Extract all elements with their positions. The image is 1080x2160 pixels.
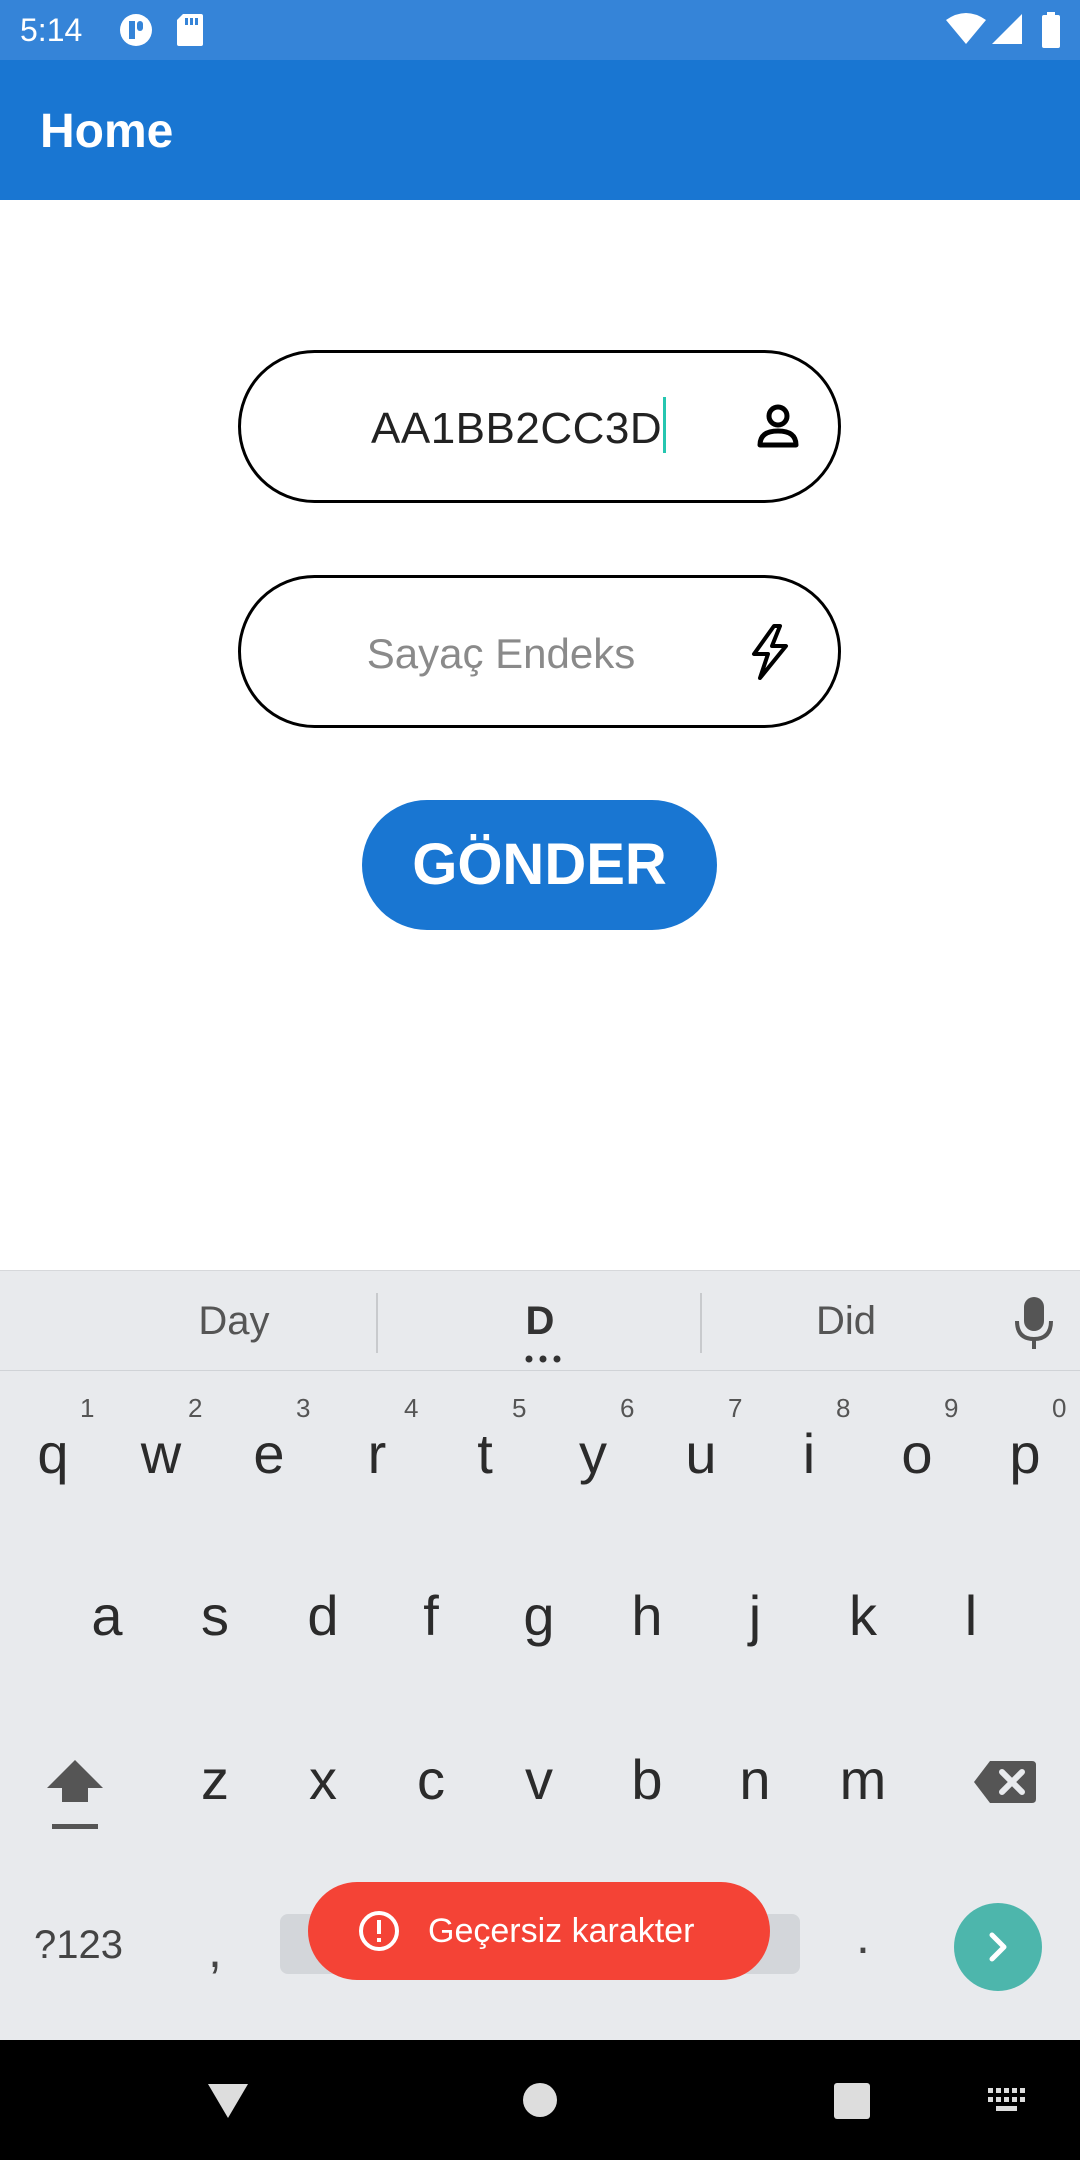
suggestion-did[interactable]: Did [696,1299,996,1344]
suggestion-strip: Day D Did [0,1271,1080,1371]
key-g[interactable]: g [489,1583,589,1648]
key-hint-0: 0 [1052,1393,1067,1423]
recents-icon[interactable] [833,2082,871,2120]
key-c[interactable]: c [381,1747,481,1812]
key-d[interactable]: d [273,1583,373,1648]
meter-id-value: AA1BB2CC3D [371,404,663,453]
keyboard-switch-icon[interactable] [988,2088,1028,2114]
status-time: 5:14 [20,12,83,48]
text-cursor [663,397,667,453]
key-hint-9: 9 [944,1393,959,1423]
key-hint-1: 1 [80,1393,95,1423]
shift-icon[interactable] [44,1756,106,1836]
key-s[interactable]: s [165,1583,265,1648]
key-w[interactable]: w [111,1421,211,1486]
key-hint-4: 4 [404,1393,419,1423]
navigation-bar [0,2040,1080,2160]
chevron-right-icon [989,1932,1007,1962]
key-r[interactable]: r [327,1421,427,1486]
key-t[interactable]: t [435,1421,535,1486]
key-u[interactable]: u [651,1421,751,1486]
backspace-icon[interactable] [972,1757,1038,1807]
key-hint-5: 5 [512,1393,527,1423]
key-hint-3: 3 [296,1393,311,1423]
key-x[interactable]: x [273,1747,373,1812]
key-hint-2: 2 [188,1393,203,1423]
suggestion-divider [376,1293,378,1353]
key-period[interactable]: . [856,1907,870,1965]
key-hint-6: 6 [620,1393,635,1423]
back-icon[interactable] [206,2082,250,2120]
key-o[interactable]: o [867,1421,967,1486]
send-button[interactable]: GÖNDER [362,800,717,930]
key-hint-8: 8 [836,1393,851,1423]
key-comma[interactable]: , [208,1921,222,1979]
meter-id-field[interactable]: AA1BB2CC3D [238,350,841,503]
sd-card-icon [177,14,203,46]
battery-icon [1042,12,1060,48]
key-b[interactable]: b [597,1747,697,1812]
meter-id-input[interactable]: AA1BB2CC3D [371,397,667,454]
key-i[interactable]: i [759,1421,859,1486]
more-suggestions-icon[interactable] [525,1355,561,1363]
suggestion-day[interactable]: Day [84,1299,384,1344]
lightning-icon [752,624,788,680]
signal-icon [992,14,1022,44]
key-p[interactable]: p [975,1421,1075,1486]
key-v[interactable]: v [489,1747,589,1812]
symbols-key[interactable]: ?123 [34,1923,123,1968]
meter-index-field[interactable]: Sayaç Endeks [238,575,841,728]
toast-message: Geçersiz karakter [428,1912,695,1950]
key-f[interactable]: f [381,1583,481,1648]
page-title: Home [40,105,174,158]
enter-key[interactable] [954,1903,1042,1991]
key-h[interactable]: h [597,1583,697,1648]
error-toast: Geçersiz karakter [308,1882,770,1980]
home-icon[interactable] [522,2082,558,2118]
microphone-icon[interactable] [1012,1293,1056,1353]
app-notification-icon [120,14,152,46]
person-icon [757,404,799,448]
key-j[interactable]: j [705,1583,805,1648]
key-hint-7: 7 [728,1393,743,1423]
key-q[interactable]: q [3,1421,103,1486]
key-k[interactable]: k [813,1583,913,1648]
key-l[interactable]: l [921,1583,1021,1648]
meter-index-placeholder: Sayaç Endeks [366,630,636,677]
key-n[interactable]: n [705,1747,805,1812]
error-icon [359,1911,399,1951]
app-bar: Home [0,60,1080,200]
key-z[interactable]: z [165,1747,265,1812]
key-e[interactable]: e [219,1421,319,1486]
wifi-icon [946,13,986,44]
suggestion-d[interactable]: D [390,1299,690,1344]
key-m[interactable]: m [813,1747,913,1812]
key-y[interactable]: y [543,1421,643,1486]
status-bar: 5:14 [0,0,1080,60]
key-a[interactable]: a [57,1583,157,1648]
